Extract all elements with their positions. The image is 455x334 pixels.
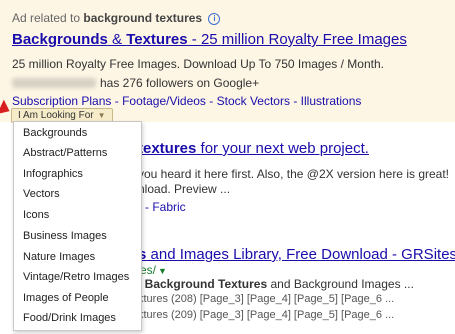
dropdown-item-business-images[interactable]: Business Images xyxy=(23,230,107,242)
dropdown-item-images-of-people[interactable]: Images of People xyxy=(23,292,109,304)
ad-title-part2: Textures xyxy=(126,31,188,48)
result3-sublinks-row1[interactable]: xtures (208) [Page_3] [Page_4] [Page_5] … xyxy=(138,293,394,305)
ad-label: Ad related to background textures i xyxy=(12,11,221,25)
result3-url-text: es/ xyxy=(140,263,157,277)
ad-title-link[interactable]: Backgrounds & Textures - 25 million Roya… xyxy=(12,31,407,48)
ad-followers-line: has 276 followers on Google+ xyxy=(12,76,259,90)
result2-snippet-line1: you heard it here first. Also, the @2X v… xyxy=(138,167,450,181)
ad-description: 25 million Royalty Free Images. Download… xyxy=(12,57,384,71)
dropdown-item-vectors[interactable]: Vectors xyxy=(23,188,60,200)
blurred-advertiser-name xyxy=(12,78,96,88)
sitelink-separator: - xyxy=(114,94,119,108)
dropdown-item-vintage-retro-images[interactable]: Vintage/Retro Images xyxy=(23,271,129,283)
url-dropdown-icon[interactable]: ▼ xyxy=(158,266,167,276)
ad-sitelinks: Subscription Plans - Footage/Videos - St… xyxy=(12,94,361,108)
result2-title-rest: for your next web project. xyxy=(196,140,369,157)
ad-followers-text: has 276 followers on Google+ xyxy=(100,76,260,90)
result2-snippet-line2: nload. Preview ... xyxy=(138,182,231,196)
info-icon[interactable]: i xyxy=(208,13,221,25)
sitelink-footage-videos[interactable]: Footage/Videos xyxy=(122,94,206,108)
result2-title-link[interactable]: textures for your next web project. xyxy=(138,140,369,157)
sitelink-stock-vectors[interactable]: Stock Vectors xyxy=(217,94,290,108)
ad-block: Ad related to background textures i Back… xyxy=(0,0,455,122)
ad-label-prefix: Ad related to xyxy=(12,11,81,25)
sitelink-separator: - xyxy=(209,94,214,108)
dropdown-item-abstract-patterns[interactable]: Abstract/Patterns xyxy=(23,147,107,159)
ad-title-rest: - 25 million Royalty Free Images xyxy=(187,31,407,48)
looking-for-label: I Am Looking For xyxy=(18,110,94,121)
sitelink-subscription-plans[interactable]: Subscription Plans xyxy=(12,94,111,108)
result3-snippet: f Background Textures and Background Ima… xyxy=(138,277,414,291)
dropdown-item-backgrounds[interactable]: Backgrounds xyxy=(23,127,87,139)
result3-snippet-post: and Background Images ... xyxy=(267,277,414,291)
caret-down-icon: ▼ xyxy=(97,111,106,120)
dropdown-item-nature-images[interactable]: Nature Images xyxy=(23,251,95,263)
result2-sublink-fabric[interactable]: - Fabric xyxy=(145,200,186,214)
dropdown-item-infographics[interactable]: Infographics xyxy=(23,168,83,180)
ad-title-amp: & xyxy=(107,31,127,48)
result3-title-rest: and Images Library, Free Download - GRSi… xyxy=(146,246,455,263)
looking-for-dropdown-menu: Backgrounds Abstract/Patterns Infographi… xyxy=(13,121,142,331)
dropdown-item-icons[interactable]: Icons xyxy=(23,209,49,221)
result3-sublinks-row2[interactable]: xtures (209) [Page_3] [Page_4] [Page_5] … xyxy=(138,309,394,321)
dropdown-item-food-drink-images[interactable]: Food/Drink Images xyxy=(23,312,116,324)
sitelink-separator: - xyxy=(293,94,298,108)
ad-label-query: background textures xyxy=(83,11,203,25)
result3-snippet-bold: Background Textures xyxy=(144,277,268,291)
result3-title-link[interactable]: s and Images Library, Free Download - GR… xyxy=(138,246,455,263)
ad-title-part1: Backgrounds xyxy=(12,31,108,48)
result2-title-bold: textures xyxy=(138,140,197,157)
sitelink-illustrations[interactable]: Illustrations xyxy=(301,94,362,108)
result3-url[interactable]: es/▼ xyxy=(140,263,167,277)
